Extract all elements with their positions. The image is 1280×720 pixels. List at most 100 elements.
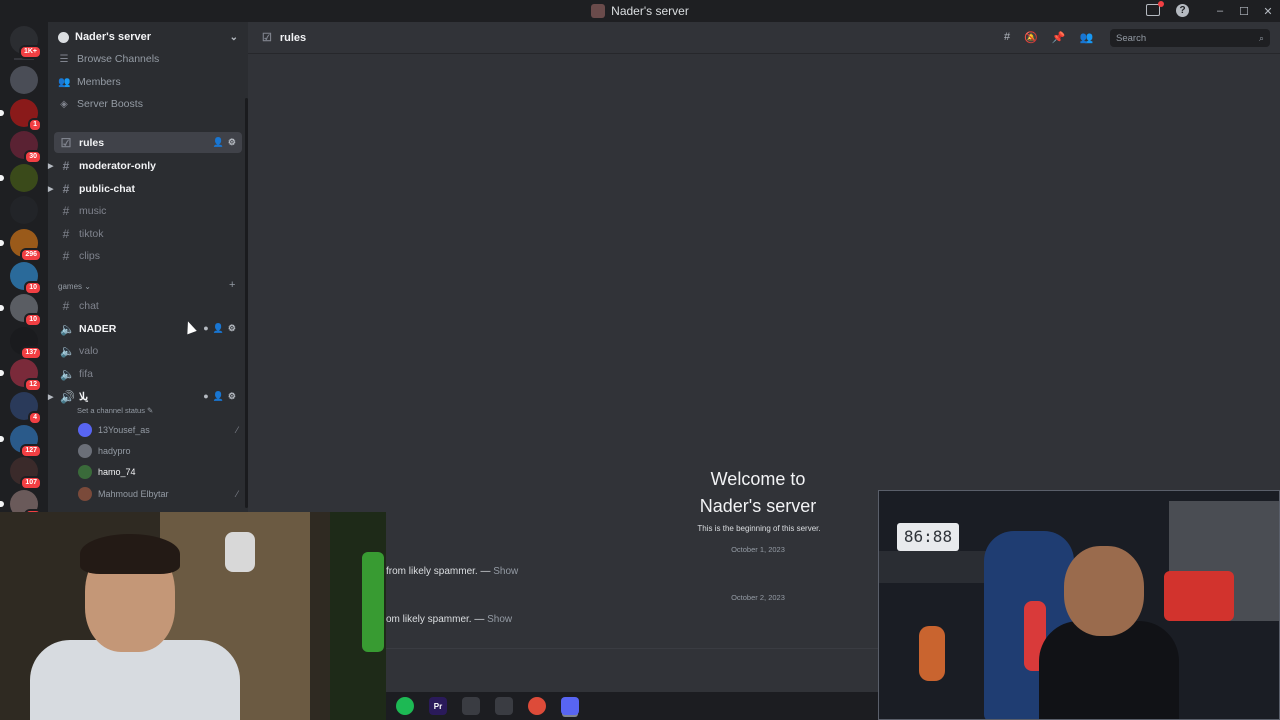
hash-icon: # [62, 203, 70, 218]
webcam-figure [919, 626, 945, 681]
channel-chat[interactable]: # chat [54, 295, 242, 316]
create-channel-icon[interactable]: + [229, 279, 235, 291]
avatar [78, 444, 92, 458]
server-icon[interactable]: 127 [0, 424, 42, 458]
beginning-text: This is the beginning of this server. [697, 524, 821, 533]
webcam-person-head [1064, 546, 1144, 636]
premiere-icon[interactable]: Pr [429, 697, 447, 715]
channel-moderator-only[interactable]: ▶ # moderator-only [48, 155, 242, 176]
search-icon: ⌕ [1258, 32, 1264, 43]
server-icon[interactable] [0, 163, 38, 192]
hash-icon: # [62, 158, 70, 173]
gear-icon[interactable]: ⚙ [228, 137, 236, 148]
server-badge-icon [58, 31, 69, 43]
mention-badge: 107 [20, 476, 42, 491]
members-icon: 👥 [58, 76, 71, 88]
voice-user[interactable]: hadypro [78, 441, 238, 461]
nav-server-boosts[interactable]: ◈ Server Boosts [58, 94, 143, 114]
invite-icon[interactable]: 👤 [213, 323, 224, 334]
webcam-right: 86:88 [878, 490, 1280, 720]
maximize-button[interactable]: ☐ [1232, 5, 1256, 18]
nav-label: Members [77, 76, 121, 88]
chat-bubble-icon[interactable]: ● [203, 391, 208, 402]
unread-indicator-icon: ▶ [48, 162, 54, 170]
channel-clips[interactable]: # clips [54, 245, 242, 266]
server-icon[interactable]: 4 [10, 392, 42, 425]
channel-label: fifa [79, 367, 94, 380]
channel-tiktok[interactable]: # tiktok [54, 223, 242, 244]
server-icon[interactable]: 1 [0, 98, 42, 132]
voice-user-name: hamo_74 [98, 467, 136, 477]
nav-label: Server Boosts [77, 98, 143, 110]
channel-status[interactable]: Set a channel status ✎ [77, 406, 153, 415]
voice-user[interactable]: Mahmoud Elbytar ⁄ [78, 484, 238, 504]
gear-icon[interactable]: ⚙ [228, 323, 236, 334]
voice-user-name: 13Yousef_as [98, 425, 150, 435]
channel-label: chat [79, 299, 99, 312]
taskbar: Pr [386, 692, 878, 720]
server-icon[interactable]: 12 [0, 359, 42, 393]
show-link[interactable]: Show [487, 614, 512, 625]
server-icon[interactable]: 30 [10, 131, 42, 165]
mention-badge: 296 [20, 248, 42, 262]
channel-label: public-chat [79, 182, 136, 195]
unread-dot [0, 305, 4, 312]
mention-badge: 4 [28, 411, 42, 425]
nav-browse-channels[interactable]: ☰ Browse Channels [58, 49, 160, 69]
search-input[interactable]: Search ⌕ [1110, 29, 1270, 47]
discord-icon[interactable] [561, 697, 579, 715]
avatar [78, 423, 92, 437]
help-icon[interactable]: ? [1176, 4, 1189, 17]
speaker-icon: 🔊 [60, 389, 75, 404]
nav-members[interactable]: 👥 Members [58, 72, 121, 92]
mention-badge: 1K+ [18, 45, 42, 59]
category-games[interactable]: games ⌄ [58, 282, 91, 291]
inbox-icon[interactable] [1146, 1, 1164, 16]
pin-icon[interactable]: 📌 [1052, 31, 1066, 44]
voice-user[interactable]: 13Yousef_as ⁄ [78, 420, 238, 440]
server-icon[interactable]: 10 [0, 294, 42, 328]
server-icon[interactable] [10, 196, 38, 225]
server-icon[interactable]: 10 [10, 261, 42, 295]
avatar [78, 465, 92, 479]
server-icon[interactable]: 107 [10, 457, 42, 491]
channel-rules[interactable]: ☑ rules 👤 ⚙ [54, 132, 242, 153]
unread-indicator-icon: ▶ [48, 185, 54, 193]
server-header[interactable]: Nader's server ⌄ [48, 22, 248, 52]
home-icon[interactable]: 1K+ [10, 26, 42, 59]
channel-label: يلا [79, 390, 89, 403]
unread-dot [0, 174, 4, 181]
hash-icon: # [62, 248, 70, 263]
chrome-icon[interactable] [528, 697, 546, 715]
channel-music[interactable]: # music [54, 200, 242, 221]
notifications-icon[interactable]: 🔕 [1024, 31, 1038, 44]
server-icon[interactable] [10, 66, 38, 94]
speaker-icon: 🔈 [60, 366, 75, 381]
server-icon[interactable]: 137 [10, 326, 42, 360]
show-link[interactable]: Show [493, 566, 518, 577]
app-icon[interactable] [462, 697, 480, 715]
browse-channels-icon: ☰ [59, 53, 69, 65]
invite-icon[interactable]: 👤 [213, 137, 224, 148]
voice-channel-nader[interactable]: 🔈 NADER ● 👤 ⚙ [54, 318, 242, 339]
threads-icon[interactable]: # [1004, 31, 1010, 44]
voice-channel-yalla[interactable]: ▶ 🔊 يلا ● 👤 ⚙ [48, 386, 242, 407]
channel-label: NADER [79, 322, 117, 335]
welcome-line: Welcome to [710, 469, 806, 489]
voice-user[interactable]: hamo_74 [78, 462, 238, 482]
obs-icon[interactable] [495, 697, 513, 715]
invite-icon[interactable]: 👤 [213, 391, 224, 402]
message-composer[interactable] [386, 648, 880, 688]
server-icon[interactable]: 296 [0, 229, 42, 262]
voice-channel-valo[interactable]: 🔈 valo [54, 340, 242, 361]
voice-channel-fifa[interactable]: 🔈 fifa [54, 363, 242, 384]
member-list-icon[interactable]: 👥 [1080, 31, 1094, 44]
minimize-button[interactable]: – [1208, 5, 1232, 17]
spotify-icon[interactable] [396, 697, 414, 715]
close-button[interactable]: ✕ [1256, 5, 1280, 18]
chevron-down-icon[interactable]: ⌄ [230, 32, 238, 43]
channel-public-chat[interactable]: ▶ # public-chat [48, 178, 242, 199]
voice-user-name: hadypro [98, 446, 131, 456]
chat-bubble-icon[interactable]: ● [203, 323, 208, 334]
gear-icon[interactable]: ⚙ [228, 391, 236, 402]
